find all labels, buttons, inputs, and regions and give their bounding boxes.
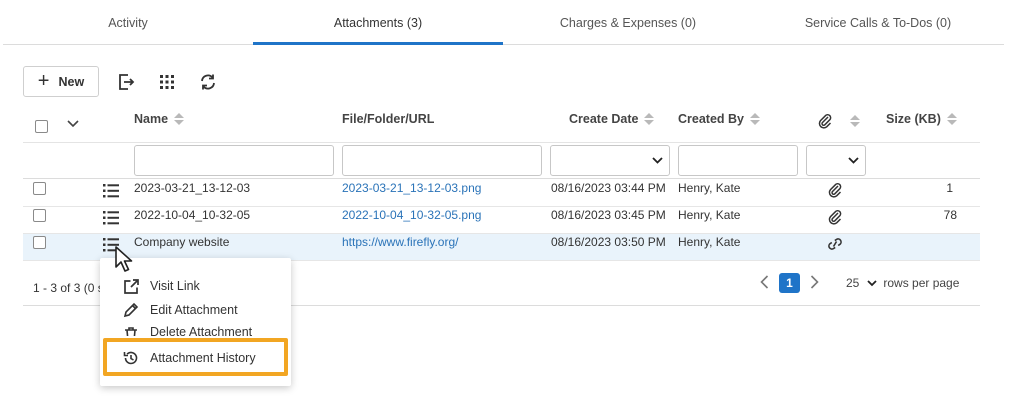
external-link-icon bbox=[122, 277, 140, 295]
list-icon[interactable] bbox=[103, 211, 119, 228]
rows-per-page-select[interactable]: 25 bbox=[846, 276, 877, 290]
attachment-file-link[interactable]: https://www.firefly.org/ bbox=[342, 235, 458, 249]
link-icon bbox=[826, 237, 844, 254]
toolbar: + New bbox=[23, 66, 217, 97]
attachment-create-date: 08/16/2023 03:50 PM bbox=[551, 235, 666, 249]
column-header-size[interactable]: Size (KB) bbox=[886, 112, 957, 126]
chevron-down-icon[interactable] bbox=[67, 120, 79, 128]
menu-item-delete-attachment[interactable]: Delete Attachment bbox=[100, 322, 291, 336]
attachment-size: 78 bbox=[943, 208, 957, 222]
row-checkbox[interactable] bbox=[33, 236, 46, 249]
refresh-icon[interactable] bbox=[199, 73, 217, 91]
menu-item-label: Delete Attachment bbox=[150, 325, 253, 336]
sort-icon bbox=[850, 115, 860, 127]
pencil-icon bbox=[122, 301, 140, 319]
grid-icon[interactable] bbox=[158, 73, 176, 91]
rows-per-page: 25 rows per page bbox=[846, 276, 959, 290]
attachment-created-by: Henry, Kate bbox=[678, 208, 741, 222]
attachment-file-link[interactable]: 2022-10-04_10-32-05.png bbox=[342, 208, 481, 222]
tab-service-calls-todos[interactable]: Service Calls & To-Dos (0) bbox=[753, 0, 1003, 44]
attachment-name: 2022-10-04_10-32-05 bbox=[134, 208, 251, 222]
column-label: File/Folder/URL bbox=[342, 112, 435, 126]
name-filter-input[interactable] bbox=[134, 145, 334, 176]
menu-item-label: Edit Attachment bbox=[150, 303, 238, 317]
paperclip-icon bbox=[828, 209, 842, 228]
chevron-down-icon bbox=[867, 279, 877, 286]
column-label: Created By bbox=[678, 112, 744, 126]
plus-icon: + bbox=[37, 69, 50, 92]
paperclip-icon bbox=[818, 113, 832, 129]
page-button-current[interactable]: 1 bbox=[779, 273, 800, 293]
tab-activity[interactable]: Activity bbox=[3, 0, 253, 44]
tab-charges-expenses[interactable]: Charges & Expenses (0) bbox=[503, 0, 753, 44]
attachment-name: 2023-03-21_13-12-03 bbox=[134, 181, 251, 195]
sort-icon bbox=[750, 113, 760, 125]
row-checkbox[interactable] bbox=[33, 209, 46, 222]
rows-per-page-value: 25 bbox=[846, 276, 860, 290]
attachment-created-by: Henry, Kate bbox=[678, 181, 741, 195]
paperclip-icon bbox=[828, 182, 842, 201]
highlight-box bbox=[103, 338, 288, 376]
table-row[interactable]: 2022-10-04_10-32-05 2022-10-04_10-32-05.… bbox=[23, 207, 980, 234]
new-button[interactable]: + New bbox=[23, 66, 99, 97]
record-count: 1 - 3 of 3 (0 s bbox=[33, 281, 104, 295]
mouse-pointer-icon bbox=[114, 245, 136, 276]
pager: 1 bbox=[760, 273, 819, 293]
menu-item-label: Visit Link bbox=[150, 279, 200, 293]
column-header-name[interactable]: Name bbox=[134, 112, 185, 126]
attachment-created-by: Henry, Kate bbox=[678, 235, 741, 249]
menu-item-visit-link[interactable]: Visit Link bbox=[100, 274, 291, 298]
sort-icon bbox=[644, 113, 655, 125]
attachment-file-link[interactable]: 2023-03-21_13-12-03.png bbox=[342, 181, 481, 195]
file-filter-input[interactable] bbox=[342, 145, 542, 176]
attachment-create-date: 08/16/2023 03:44 PM bbox=[551, 181, 666, 195]
trash-icon bbox=[122, 325, 140, 336]
sort-icon bbox=[946, 113, 957, 125]
attachment-size: 1 bbox=[946, 181, 953, 195]
created-by-filter-input[interactable] bbox=[678, 145, 798, 176]
column-header-create-date[interactable]: Create Date bbox=[569, 112, 655, 126]
column-header-file[interactable]: File/Folder/URL bbox=[342, 112, 434, 126]
filter-row bbox=[23, 143, 980, 179]
column-label: Name bbox=[134, 112, 169, 126]
table-row[interactable]: Company website https://www.firefly.org/… bbox=[23, 234, 980, 261]
rows-per-page-label: rows per page bbox=[883, 276, 960, 290]
column-header-attachment-type[interactable] bbox=[818, 113, 860, 129]
column-label: Create Date bbox=[569, 112, 639, 126]
attachment-name: Company website bbox=[134, 235, 230, 249]
sort-icon bbox=[174, 113, 185, 125]
attachment-type-filter-select[interactable] bbox=[806, 145, 866, 176]
select-all-checkbox[interactable] bbox=[35, 120, 48, 133]
new-button-label: New bbox=[58, 74, 85, 89]
chevron-right-icon[interactable] bbox=[810, 274, 819, 292]
grid-header: Name File/Folder/URL Create Date Created… bbox=[23, 108, 980, 143]
tab-bar: Activity Attachments (3) Charges & Expen… bbox=[3, 0, 1004, 45]
menu-item-edit-attachment[interactable]: Edit Attachment bbox=[100, 298, 291, 322]
column-label: Size (KB) bbox=[886, 112, 941, 126]
create-date-filter-select[interactable] bbox=[550, 145, 670, 176]
list-icon[interactable] bbox=[103, 184, 119, 201]
chevron-down-icon bbox=[652, 157, 663, 164]
attachment-create-date: 08/16/2023 03:45 PM bbox=[551, 208, 666, 222]
column-header-created-by[interactable]: Created By bbox=[678, 112, 760, 126]
row-checkbox[interactable] bbox=[33, 182, 46, 195]
chevron-down-icon bbox=[848, 157, 859, 164]
export-icon[interactable] bbox=[117, 73, 135, 91]
table-row[interactable]: 2023-03-21_13-12-03 2023-03-21_13-12-03.… bbox=[23, 180, 980, 207]
tab-attachments[interactable]: Attachments (3) bbox=[253, 0, 503, 45]
chevron-left-icon[interactable] bbox=[760, 274, 769, 292]
